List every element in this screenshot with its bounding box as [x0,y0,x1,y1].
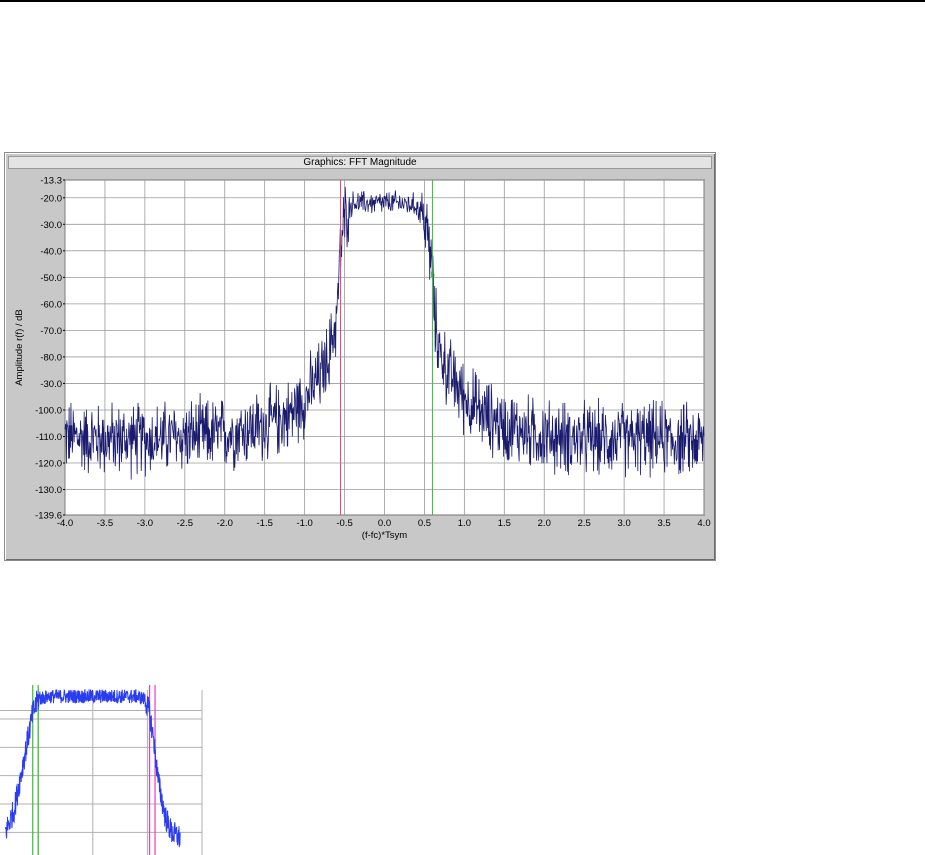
x-tick-label: -4.0 [57,518,73,529]
y-tick-label: -50.0 [40,273,62,284]
fft-magnitude-window[interactable]: Graphics: FFT Magnitude b -13.3 -20.0 -30.0… [4,152,716,561]
y-tick-label: -60.0 [40,299,62,310]
y-tick-label: -100.0 [35,405,62,416]
x-tick-label: 3.0 [618,518,631,529]
fft-magnitude-chart: b -13.3 -20.0 -30.0 -40.0 -50.0 -60.0 -70.0 -80.… [14,176,711,542]
x-tick-label: -0.5 [336,518,352,529]
x-tick-label: -2.5 [177,518,193,529]
zoomed-spectrum-chart [0,685,203,855]
y-tick-label: -130.0 [35,485,62,496]
y-axis-label: Amplitude r(f) / dB [14,309,25,386]
x-tick-label: -1.5 [257,518,273,529]
x-tick-label: 0.0 [378,518,391,529]
x-tick-label: 0.5 [418,518,431,529]
y-tick-label: -80.0 [40,352,62,363]
x-tick-label: -2.0 [217,518,233,529]
y-tick-label: -13.3 [40,176,62,187]
x-tick-label: 2.5 [578,518,591,529]
x-tick-label: 3.5 [657,518,670,529]
y-tick-label: -70.0 [40,326,62,337]
page-top-rule [0,0,925,2]
x-tick-label: -1.0 [296,518,312,529]
x-tick-label: 2.0 [538,518,551,529]
x-tick-label: 1.5 [498,518,511,529]
y-tick-label: -120.0 [35,459,62,470]
x-tick-label: 4.0 [697,518,710,529]
x-axis-label: (f-fc)*Tsym [362,530,407,541]
y-tick-label: -30.0 [40,379,62,390]
marker-label: b [430,271,435,280]
x-tick-label: -3.5 [97,518,113,529]
y-tick-label: -40.0 [40,246,62,257]
y-tick-label: -110.0 [36,432,62,443]
y-tick-label: -30.0 [40,220,62,231]
y-tick-label: -20.0 [40,193,62,204]
x-tick-label: 1.0 [458,518,471,529]
x-tick-label: -3.0 [137,518,153,529]
